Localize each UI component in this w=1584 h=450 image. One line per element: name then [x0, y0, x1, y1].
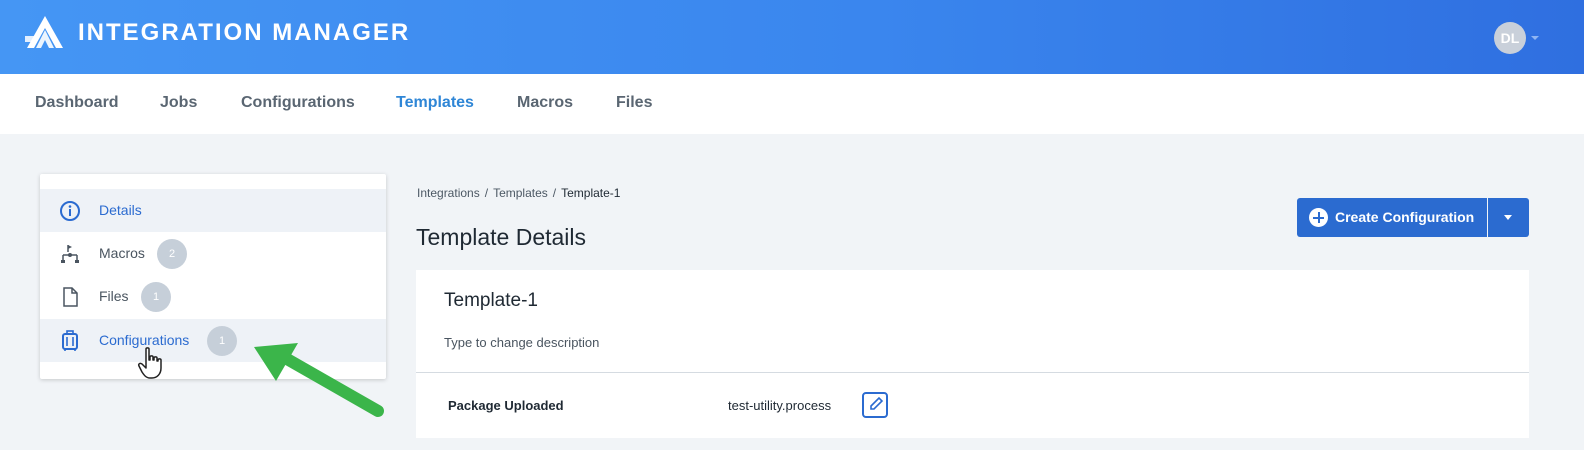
chevron-stack-logo-icon[interactable]	[23, 14, 67, 50]
divider	[416, 372, 1529, 373]
breadcrumb: Integrations / Templates / Template-1	[417, 186, 620, 200]
template-name: Template-1	[444, 290, 538, 311]
create-options-dropdown-button[interactable]	[1488, 198, 1529, 237]
page-title: Template Details	[416, 224, 587, 250]
sidebar-item-macros[interactable]: Macros 2	[40, 232, 386, 275]
pencil-icon	[870, 396, 884, 410]
template-detail-card: Template-1 Type to change description Pa…	[416, 270, 1529, 438]
nav-jobs[interactable]: Jobs	[160, 94, 197, 112]
sidebar-item-details[interactable]: Details	[40, 189, 386, 232]
sidebar-item-label: Files	[99, 288, 129, 304]
breadcrumb-current: Template-1	[561, 186, 621, 200]
count-badge: 1	[207, 326, 237, 356]
annotation-arrow-icon	[254, 343, 384, 417]
create-configuration-button[interactable]: Create Configuration	[1297, 198, 1487, 237]
nav-macros[interactable]: Macros	[517, 94, 573, 112]
package-label: Package Uploaded	[448, 398, 564, 413]
sidebar-item-label: Macros	[99, 245, 145, 261]
chevron-down-icon[interactable]	[1531, 36, 1539, 40]
hand-cursor-icon	[138, 347, 162, 379]
app-header: INTEGRATION MANAGER DL	[0, 0, 1584, 74]
nav-configurations[interactable]: Configurations	[241, 94, 355, 112]
main-nav: Dashboard Jobs Configurations Templates …	[0, 74, 1584, 134]
breadcrumb-templates[interactable]: Templates	[493, 186, 548, 200]
breadcrumb-separator: /	[484, 186, 489, 200]
avatar[interactable]: DL	[1494, 22, 1526, 54]
file-icon	[63, 287, 78, 307]
nav-files[interactable]: Files	[616, 94, 652, 112]
chevron-down-icon	[1504, 215, 1512, 220]
luggage-icon	[62, 330, 78, 351]
info-icon	[60, 201, 80, 221]
nav-dashboard[interactable]: Dashboard	[35, 94, 119, 112]
breadcrumb-separator: /	[552, 186, 557, 200]
count-badge: 1	[141, 282, 171, 312]
count-badge: 2	[157, 239, 187, 269]
app-title: INTEGRATION MANAGER	[78, 19, 411, 46]
flowchart-icon	[61, 245, 79, 263]
create-configuration-label: Create Configuration	[1335, 209, 1475, 225]
description-field[interactable]: Type to change description	[444, 335, 599, 350]
package-value: test-utility.process	[728, 398, 832, 413]
breadcrumb-integrations[interactable]: Integrations	[417, 186, 480, 200]
sidebar-item-label: Details	[99, 202, 142, 218]
plus-circle-icon	[1309, 208, 1328, 227]
nav-templates[interactable]: Templates	[396, 94, 474, 112]
sidebar-item-files[interactable]: Files 1	[40, 275, 386, 318]
edit-icon[interactable]	[862, 392, 888, 418]
